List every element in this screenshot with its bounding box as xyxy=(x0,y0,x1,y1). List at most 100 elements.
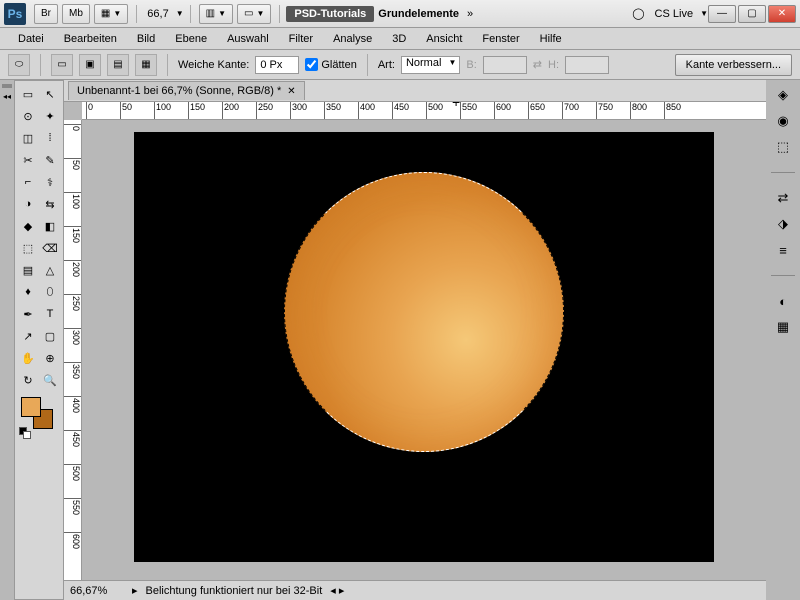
menu-bild[interactable]: Bild xyxy=(127,33,165,45)
antialias-checkbox[interactable]: Glätten xyxy=(305,58,356,71)
tab-title: Unbenannt-1 bei 66,7% (Sonne, RGB/8) * xyxy=(77,85,281,97)
current-tool-icon[interactable]: ⬭ xyxy=(8,54,30,76)
canvas-viewport[interactable] xyxy=(82,120,766,580)
document-tabs: Unbenannt-1 bei 66,7% (Sonne, RGB/8) * ✕ xyxy=(64,80,766,102)
document-area: Unbenannt-1 bei 66,7% (Sonne, RGB/8) * ✕… xyxy=(64,80,766,600)
height-label: H: xyxy=(548,59,559,71)
menu-3d[interactable]: 3D xyxy=(382,33,416,45)
tool-6[interactable]: ✂ xyxy=(17,149,39,171)
masks-icon[interactable]: ⬗ xyxy=(772,213,794,235)
tool-13[interactable]: ◧ xyxy=(39,215,61,237)
selection-subtract-icon[interactable]: ▤ xyxy=(107,54,129,76)
swap-icon: ⇄ xyxy=(533,58,542,71)
maximize-button[interactable]: ▢ xyxy=(738,5,766,23)
tool-19[interactable]: ⬯ xyxy=(39,281,61,303)
status-message: Belichtung funktioniert nur bei 32-Bit xyxy=(146,585,323,597)
styles-icon[interactable]: ≡ xyxy=(772,239,794,261)
workspace-tutorials[interactable]: PSD-Tutorials xyxy=(286,6,374,22)
tool-22[interactable]: ↗ xyxy=(17,325,39,347)
cursor-crosshair-icon: + xyxy=(452,102,460,110)
cslive-button[interactable]: CS Live xyxy=(651,8,698,20)
tool-17[interactable]: △ xyxy=(39,259,61,281)
menu-datei[interactable]: Datei xyxy=(8,33,54,45)
menu-ansicht[interactable]: Ansicht xyxy=(416,33,472,45)
tool-2[interactable]: ⊙ xyxy=(17,105,39,127)
zoom-dropdown-icon[interactable]: ▼ xyxy=(176,9,184,18)
tool-15[interactable]: ⌫ xyxy=(39,237,61,259)
tool-25[interactable]: ⊕ xyxy=(39,347,61,369)
tool-27[interactable]: 🔍 xyxy=(39,369,61,391)
tool-14[interactable]: ⬚ xyxy=(17,237,39,259)
swatches-icon[interactable]: ▦ xyxy=(772,316,794,338)
canvas[interactable] xyxy=(134,132,714,562)
tool-21[interactable]: T xyxy=(39,303,61,325)
height-input xyxy=(565,56,609,74)
tool-4[interactable]: ◫ xyxy=(17,127,39,149)
color-swatches[interactable] xyxy=(17,395,61,439)
tool-7[interactable]: ✎ xyxy=(39,149,61,171)
screenmode-button[interactable]: ▦▼ xyxy=(94,4,128,24)
close-button[interactable]: ✕ xyxy=(768,5,796,23)
more-icon[interactable]: » xyxy=(463,8,477,20)
tool-1[interactable]: ↖ xyxy=(39,83,61,105)
bridge-button[interactable]: Br xyxy=(34,4,58,24)
menu-bearbeiten[interactable]: Bearbeiten xyxy=(54,33,127,45)
ruler-vertical[interactable]: 050100150200250300350400450500550600 xyxy=(64,120,82,580)
status-arrow-icon[interactable]: ▸ xyxy=(132,584,138,597)
style-select[interactable]: Normal xyxy=(401,56,460,74)
tab-close-icon[interactable]: ✕ xyxy=(287,86,295,97)
style-label: Art: xyxy=(378,59,395,71)
options-bar: ⬭ ▭ ▣ ▤ ▦ Weiche Kante: Glätten Art: Nor… xyxy=(0,50,800,80)
width-label: B: xyxy=(466,59,476,71)
tool-5[interactable]: ⁞ xyxy=(39,127,61,149)
tool-3[interactable]: ✦ xyxy=(39,105,61,127)
arrange-button[interactable]: ▥▼ xyxy=(199,4,233,24)
feather-label: Weiche Kante: xyxy=(178,59,249,71)
selection-new-icon[interactable]: ▭ xyxy=(51,54,73,76)
ruler-horizontal[interactable]: + 05010015020025030035040045050055060065… xyxy=(82,102,766,120)
tool-26[interactable]: ↻ xyxy=(17,369,39,391)
tool-23[interactable]: ▢ xyxy=(39,325,61,347)
adjustments-icon[interactable]: ⇄ xyxy=(772,187,794,209)
status-zoom[interactable]: 66,67% xyxy=(70,585,124,597)
feather-input[interactable] xyxy=(255,56,299,74)
selection-marquee xyxy=(284,172,564,452)
collapse-icon[interactable]: ◂◂ xyxy=(3,92,11,101)
menu-ebene[interactable]: Ebene xyxy=(165,33,217,45)
selection-intersect-icon[interactable]: ▦ xyxy=(135,54,157,76)
menu-filter[interactable]: Filter xyxy=(279,33,323,45)
tool-16[interactable]: ▤ xyxy=(17,259,39,281)
tool-11[interactable]: ⇆ xyxy=(39,193,61,215)
minimize-button[interactable]: — xyxy=(708,5,736,23)
workspace-grundelemente[interactable]: Grundelemente xyxy=(374,8,463,20)
tool-18[interactable]: ♦ xyxy=(17,281,39,303)
tool-10[interactable]: ◑ xyxy=(17,193,39,215)
menu-hilfe[interactable]: Hilfe xyxy=(530,33,572,45)
color-icon[interactable]: ◐ xyxy=(772,290,794,312)
tool-20[interactable]: ✒ xyxy=(17,303,39,325)
width-input xyxy=(483,56,527,74)
grip-icon[interactable] xyxy=(2,84,12,88)
right-panel: ◈ ◉ ⬚ ⇄ ⬗ ≡ ◐ ▦ xyxy=(766,80,800,600)
extras-button[interactable]: ▭▼ xyxy=(237,4,271,24)
tool-24[interactable]: ✋ xyxy=(17,347,39,369)
layers-icon[interactable]: ◈ xyxy=(772,84,794,106)
channels-icon[interactable]: ◉ xyxy=(772,110,794,132)
refine-edge-button[interactable]: Kante verbessern... xyxy=(675,54,792,76)
minibridge-button[interactable]: Mb xyxy=(62,4,90,24)
status-arrow-icon[interactable]: ◂ ▸ xyxy=(330,584,344,597)
paths-icon[interactable]: ⬚ xyxy=(772,136,794,158)
menu-auswahl[interactable]: Auswahl xyxy=(217,33,279,45)
tool-0[interactable]: ▭ xyxy=(17,83,39,105)
titlebar: Ps Br Mb ▦▼ 66,7▼ ▥▼ ▭▼ PSD-Tutorials Gr… xyxy=(0,0,800,28)
document-tab[interactable]: Unbenannt-1 bei 66,7% (Sonne, RGB/8) * ✕ xyxy=(68,81,305,100)
tool-12[interactable]: ◆ xyxy=(17,215,39,237)
selection-add-icon[interactable]: ▣ xyxy=(79,54,101,76)
separator xyxy=(279,5,280,23)
tool-8[interactable]: ⌐ xyxy=(17,171,39,193)
separator xyxy=(136,5,137,23)
tool-9[interactable]: ⚕ xyxy=(39,171,61,193)
menu-analyse[interactable]: Analyse xyxy=(323,33,382,45)
zoom-level[interactable]: 66,7 xyxy=(143,8,172,20)
menu-fenster[interactable]: Fenster xyxy=(472,33,529,45)
